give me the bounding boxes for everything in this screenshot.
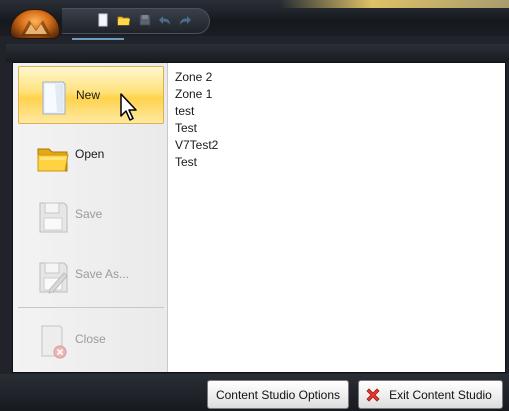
redo-icon[interactable] [178,13,192,27]
menu-item-close[interactable]: Close [18,311,164,369]
tab-underline [72,38,124,40]
save-as-disk-icon [39,262,68,294]
undo-icon[interactable] [158,13,172,27]
exit-x-icon [366,388,380,402]
new-icon[interactable] [96,13,110,27]
options-button-label: Content Studio Options [215,387,341,402]
save-disk-icon [39,202,68,233]
menu-item-open[interactable]: Open [18,126,164,184]
recent-document-item[interactable]: Zone 2 [175,69,495,86]
menu-item-save-as[interactable]: Save As... [18,246,164,304]
menu-item-label: New [76,88,101,102]
recent-document-item[interactable]: Test [175,120,495,137]
menu-commands-pane: New Open Save Save As... Close [13,63,168,372]
title-bar-glow [280,0,509,8]
menu-item-save[interactable]: Save [18,186,164,244]
application-menu-panel: New Open Save Save As... Close Zone 2 Zo… [12,62,506,373]
menu-item-label: Close [75,332,106,346]
menu-item-label: Save As... [75,267,130,281]
menu-item-new[interactable]: New [18,66,164,124]
recent-document-item[interactable]: V7Test2 [175,137,495,154]
menu-separator [18,307,164,308]
menu-item-label: Save [75,207,103,221]
ribbon-strip [6,44,509,62]
content-studio-options-button[interactable]: Content Studio Options [207,380,349,409]
app-logo-icon [21,20,51,36]
new-document-icon [42,81,66,115]
open-icon[interactable] [117,13,131,27]
exit-content-studio-button[interactable]: Exit Content Studio [358,380,503,409]
recent-document-item[interactable]: Test [175,154,495,171]
folder-open-icon [37,148,69,172]
menu-item-label: Open [75,147,105,161]
recent-documents-list: Zone 2 Zone 1 test Test V7Test2 Test [175,69,495,171]
exit-button-label: Exit Content Studio [389,387,492,402]
recent-document-item[interactable]: Zone 1 [175,86,495,103]
save-icon[interactable] [138,13,152,27]
mouse-pointer-icon [120,93,137,121]
recent-document-item[interactable]: test [175,103,495,120]
close-document-icon [41,325,67,359]
